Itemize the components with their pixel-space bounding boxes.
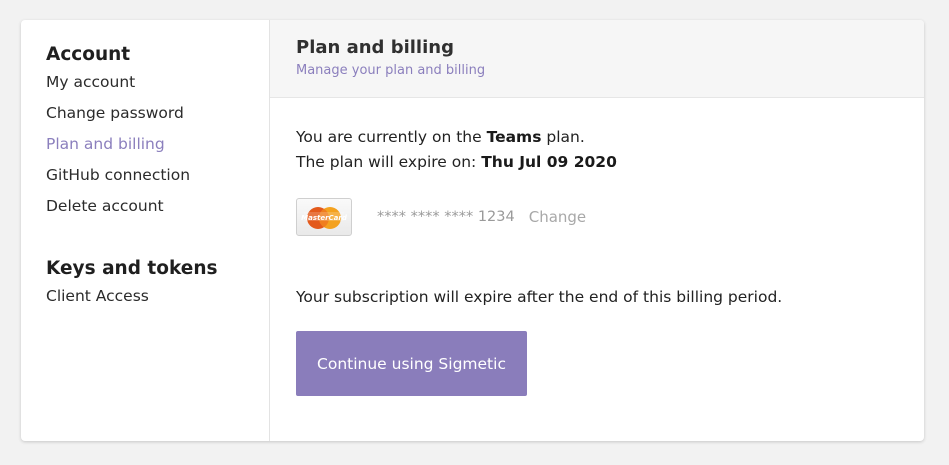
sidebar: Account My account Change password Plan … bbox=[21, 20, 270, 441]
mastercard-icon: MasterCard bbox=[296, 198, 352, 236]
account-heading: Account bbox=[46, 44, 131, 65]
panel-body: You are currently on the Teams plan. The… bbox=[270, 98, 924, 396]
change-card-link[interactable]: Change bbox=[529, 208, 586, 226]
settings-card: Account My account Change password Plan … bbox=[21, 20, 924, 441]
sidebar-item-plan-and-billing[interactable]: Plan and billing bbox=[46, 129, 269, 160]
sidebar-item-my-account[interactable]: My account bbox=[46, 67, 269, 98]
subscription-message: Your subscription will expire after the … bbox=[296, 288, 783, 306]
mastercard-logo: MasterCard bbox=[301, 207, 348, 229]
card-number: **** **** **** 1234 bbox=[377, 209, 515, 225]
keys-nav: Client Access bbox=[46, 281, 269, 312]
sidebar-item-github-connection[interactable]: GitHub connection bbox=[46, 160, 269, 191]
sidebar-item-delete-account[interactable]: Delete account bbox=[46, 191, 269, 222]
continue-subscription-button[interactable]: Continue using Sigmetic bbox=[296, 331, 527, 396]
plan-prefix: You are currently on the bbox=[296, 128, 487, 146]
page-title: Plan and billing bbox=[296, 37, 454, 58]
payment-card-row: MasterCard **** **** **** 1234 Change bbox=[296, 196, 924, 238]
sidebar-item-change-password[interactable]: Change password bbox=[46, 98, 269, 129]
expiry-prefix: The plan will expire on: bbox=[296, 153, 482, 171]
expiry-date: Thu Jul 09 2020 bbox=[481, 153, 617, 171]
account-nav: My account Change password Plan and bill… bbox=[46, 67, 269, 222]
page-subtitle: Manage your plan and billing bbox=[296, 63, 486, 78]
main-panel: Plan and billing Manage your plan and bi… bbox=[270, 20, 924, 441]
keys-heading: Keys and tokens bbox=[46, 258, 218, 279]
current-plan-text: You are currently on the Teams plan. bbox=[296, 125, 924, 150]
panel-header: Plan and billing Manage your plan and bi… bbox=[270, 20, 924, 98]
plan-suffix: plan. bbox=[541, 128, 585, 146]
plan-name: Teams bbox=[486, 128, 542, 146]
mastercard-brand-text: MasterCard bbox=[301, 214, 348, 222]
plan-expiry-text: The plan will expire on: Thu Jul 09 2020 bbox=[296, 150, 924, 175]
sidebar-item-client-access[interactable]: Client Access bbox=[46, 281, 269, 312]
